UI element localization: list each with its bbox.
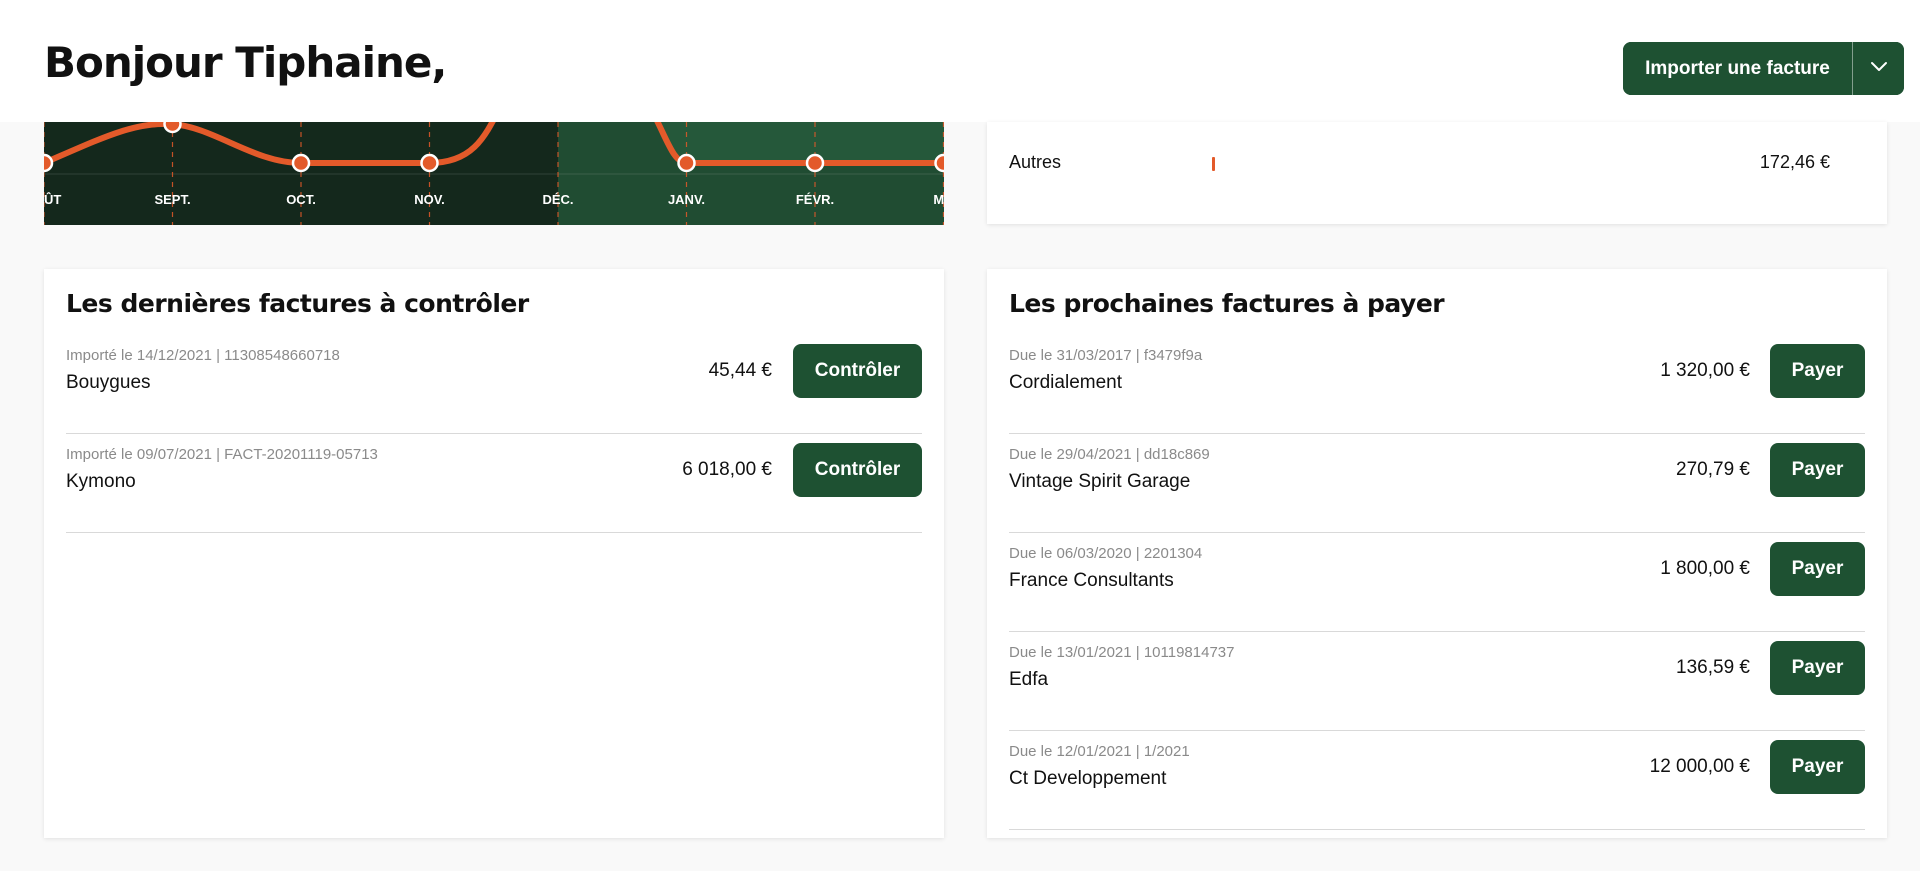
invoice-meta: Due le 31/03/2017 | f3479f9a: [1009, 347, 1203, 364]
chart-point: [44, 153, 54, 173]
invoice-amount: 45,44 €: [708, 360, 772, 381]
chart-point: [291, 153, 311, 173]
pay-button[interactable]: Payer: [1770, 443, 1865, 497]
chevron-down-icon: [1870, 61, 1888, 76]
invoice-amount: 12 000,00 €: [1649, 756, 1750, 777]
invoice-row: Due le 12/01/2021 | 1/2021 Ct Developpem…: [1009, 731, 1865, 830]
invoice-amount: 1 320,00 €: [1660, 360, 1750, 381]
invoice-supplier: Vintage Spirit Garage: [1009, 471, 1191, 492]
chart-point: [420, 153, 439, 173]
chart-point: [677, 153, 696, 173]
invoice-meta: Due le 29/04/2021 | dd18c869: [1009, 446, 1210, 463]
chart-month-label: NOV.: [414, 192, 445, 207]
invoice-amount: 6 018,00 €: [682, 459, 772, 480]
invoice-meta: Due le 13/01/2021 | 10119814737: [1009, 644, 1235, 661]
pay-button[interactable]: Payer: [1770, 542, 1865, 596]
chart-month-label: SEPT.: [154, 192, 190, 207]
invoice-amount: 1 800,00 €: [1660, 558, 1750, 579]
card-title: Les dernières factures à contrôler: [66, 289, 529, 318]
category-breakdown-card: Autres 172,46 €: [987, 122, 1887, 224]
import-options-dropdown[interactable]: [1852, 42, 1904, 95]
invoice-list: Due le 31/03/2017 | f3479f9a Cordialemen…: [1009, 335, 1865, 830]
invoice-supplier: Kymono: [66, 471, 136, 492]
page-header: Bonjour Tiphaine, Importer une facture: [0, 0, 1920, 122]
pay-button[interactable]: Payer: [1770, 740, 1865, 794]
chart-point: [805, 153, 825, 173]
invoice-supplier: France Consultants: [1009, 570, 1174, 591]
invoice-row: Importé le 14/12/2021 | 11308548660718 B…: [66, 335, 922, 434]
category-bar: [1212, 157, 1215, 171]
chart-month-label: ÛT: [44, 192, 61, 207]
invoice-supplier: Cordialement: [1009, 372, 1122, 393]
page-title: Bonjour Tiphaine,: [44, 38, 447, 87]
pay-button[interactable]: Payer: [1770, 641, 1865, 695]
chart-point: [934, 153, 944, 173]
chart-month-label: OCT.: [286, 192, 316, 207]
chart-month-label: DÉC.: [542, 192, 573, 207]
invoices-to-pay-card: Les prochaines factures à payer Due le 3…: [987, 269, 1887, 838]
invoice-amount: 270,79 €: [1676, 459, 1750, 480]
card-title: Les prochaines factures à payer: [1009, 289, 1445, 318]
import-invoice-button[interactable]: Importer une facture: [1623, 42, 1852, 95]
chart-month-label: JANV.: [668, 192, 705, 207]
invoice-row: Due le 13/01/2021 | 10119814737 Edfa 136…: [1009, 632, 1865, 731]
control-button[interactable]: Contrôler: [793, 344, 922, 398]
invoice-meta: Due le 06/03/2020 | 2201304: [1009, 545, 1203, 562]
category-label: Autres: [1009, 152, 1062, 172]
control-button[interactable]: Contrôler: [793, 443, 922, 497]
invoice-row: Due le 31/03/2017 | f3479f9a Cordialemen…: [1009, 335, 1865, 434]
invoice-row: Due le 06/03/2020 | 2201304 France Consu…: [1009, 533, 1865, 632]
invoices-to-control-card: Les dernières factures à contrôler Impor…: [44, 269, 944, 838]
category-row: Autres 172,46 €: [1009, 152, 1864, 176]
invoice-amount: 136,59 €: [1676, 657, 1750, 678]
invoice-list: Importé le 14/12/2021 | 11308548660718 B…: [66, 335, 922, 533]
import-invoice-button-group: Importer une facture: [1623, 42, 1904, 95]
chart-month-label: MA: [933, 192, 944, 207]
pay-button[interactable]: Payer: [1770, 344, 1865, 398]
category-amount: 172,46 €: [1759, 152, 1830, 172]
chart-point: [163, 122, 182, 134]
invoice-row: Importé le 09/07/2021 | FACT-20201119-05…: [66, 434, 922, 533]
invoice-row: Due le 29/04/2021 | dd18c869 Vintage Spi…: [1009, 434, 1865, 533]
spending-chart: ÛT SEPT. OCT. NOV. DÉC. JANV. FÉVR. MA: [44, 122, 944, 225]
invoice-meta: Importé le 09/07/2021 | FACT-20201119-05…: [66, 446, 378, 463]
invoice-supplier: Bouygues: [66, 372, 151, 393]
chart-month-label: FÉVR.: [796, 192, 834, 207]
invoice-meta: Due le 12/01/2021 | 1/2021: [1009, 743, 1190, 760]
chart-canvas: ÛT SEPT. OCT. NOV. DÉC. JANV. FÉVR. MA: [44, 122, 944, 225]
invoice-supplier: Edfa: [1009, 669, 1049, 690]
invoice-supplier: Ct Developpement: [1009, 768, 1167, 789]
invoice-meta: Importé le 14/12/2021 | 11308548660718: [66, 347, 340, 364]
